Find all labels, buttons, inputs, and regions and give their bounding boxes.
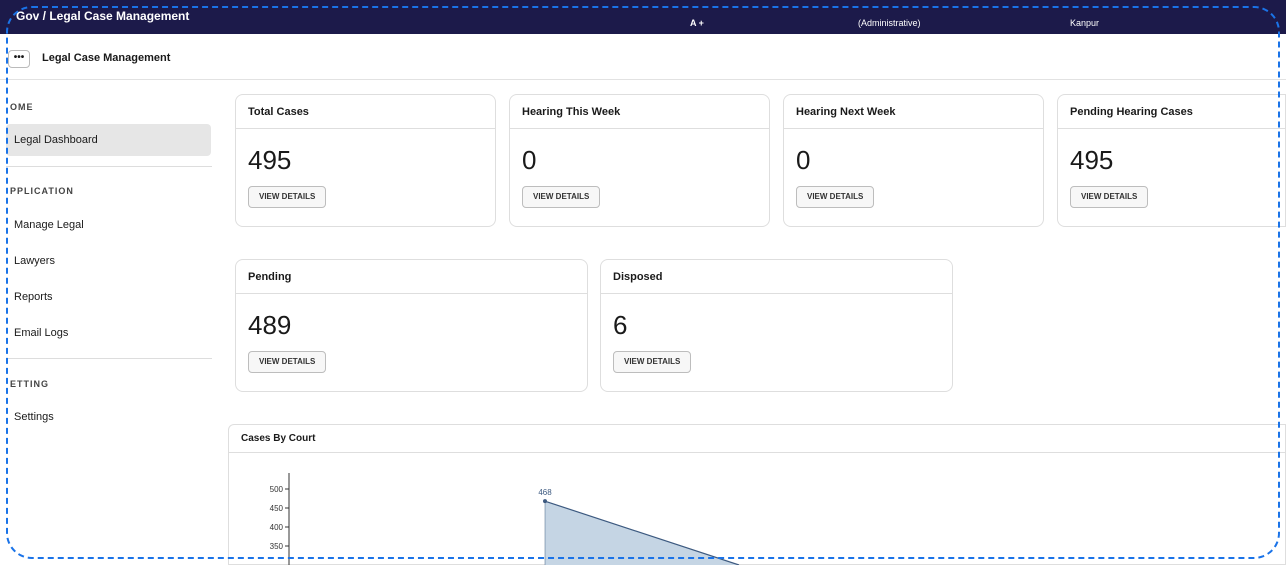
topbar-info-role: (Administrative) [858, 18, 921, 28]
stat-card-hearing-next-week: Hearing Next Week 0 VIEW DETAILS [783, 94, 1044, 227]
top-bar: Gov / Legal Case Management A + (Adminis… [0, 0, 1286, 34]
card-title: Total Cases [236, 95, 495, 129]
view-details-button[interactable]: VIEW DETAILS [1070, 186, 1149, 208]
view-details-button[interactable]: VIEW DETAILS [522, 186, 601, 208]
view-details-button[interactable]: VIEW DETAILS [796, 186, 875, 208]
sidebar: OME Legal Dashboard PPLICATION Manage Le… [0, 80, 216, 565]
chart-y-tick-label: 350 [270, 542, 284, 551]
view-details-button[interactable]: VIEW DETAILS [613, 351, 692, 373]
stat-card-pending: Pending 489 VIEW DETAILS [235, 259, 588, 392]
topbar-info-grade: A + [690, 18, 704, 28]
card-value: 6 [613, 310, 628, 340]
card-title: Pending Hearing Cases [1058, 95, 1285, 129]
chart-data-point [543, 499, 547, 504]
chart-data-label: 468 [538, 488, 552, 497]
stat-card-disposed: Disposed 6 VIEW DETAILS [600, 259, 953, 392]
view-details-button[interactable]: VIEW DETAILS [248, 186, 327, 208]
sidebar-section-home: OME [10, 102, 34, 112]
cases-by-court-chart-card: Cases By Court 468 350 400 450 500 [228, 424, 1286, 565]
chart-y-tick-label: 450 [270, 504, 284, 513]
card-value: 495 [248, 145, 292, 175]
card-title: Hearing This Week [510, 95, 769, 129]
more-dots-icon[interactable]: ••• [8, 50, 30, 68]
sidebar-item-lawyers[interactable]: Lawyers [6, 245, 211, 277]
sidebar-item-manage-legal[interactable]: Manage Legal [6, 209, 211, 241]
topbar-info-location: Kanpur [1070, 18, 1100, 28]
card-value: 0 [522, 145, 537, 175]
chart-y-tick-label: 500 [270, 485, 284, 494]
sidebar-item-settings[interactable]: Settings [6, 401, 211, 433]
card-value: 0 [796, 145, 811, 175]
sidebar-section-application: PPLICATION [10, 186, 74, 196]
stat-card-hearing-this-week: Hearing This Week 0 VIEW DETAILS [509, 94, 770, 227]
view-details-button[interactable]: VIEW DETAILS [248, 351, 327, 373]
sidebar-item-email-logs[interactable]: Email Logs [6, 317, 211, 349]
sidebar-item-legal-dashboard[interactable]: Legal Dashboard [6, 124, 211, 156]
stat-card-total-cases: Total Cases 495 VIEW DETAILS [235, 94, 496, 227]
sidebar-divider [6, 358, 212, 359]
card-title: Disposed [601, 260, 952, 294]
chart-title: Cases By Court [229, 425, 1285, 453]
stat-card-pending-hearing-cases: Pending Hearing Cases 495 VIEW DETAILS [1057, 94, 1286, 227]
sub-header: ••• Legal Case Management [0, 34, 1286, 80]
chart-y-tick-label: 400 [270, 523, 284, 532]
card-value: 489 [248, 310, 292, 340]
sidebar-item-reports[interactable]: Reports [6, 281, 211, 313]
app-window: Gov / Legal Case Management A + (Adminis… [0, 0, 1286, 565]
card-title: Hearing Next Week [784, 95, 1043, 129]
sidebar-divider [6, 166, 212, 167]
breadcrumb[interactable]: Gov / Legal Case Management [16, 9, 189, 23]
sidebar-section-setting: ETTING [10, 379, 49, 389]
cases-by-court-chart: 468 350 400 450 500 [270, 473, 740, 565]
card-value: 495 [1070, 145, 1114, 175]
page-title: Legal Case Management [42, 52, 171, 64]
card-title: Pending [236, 260, 587, 294]
